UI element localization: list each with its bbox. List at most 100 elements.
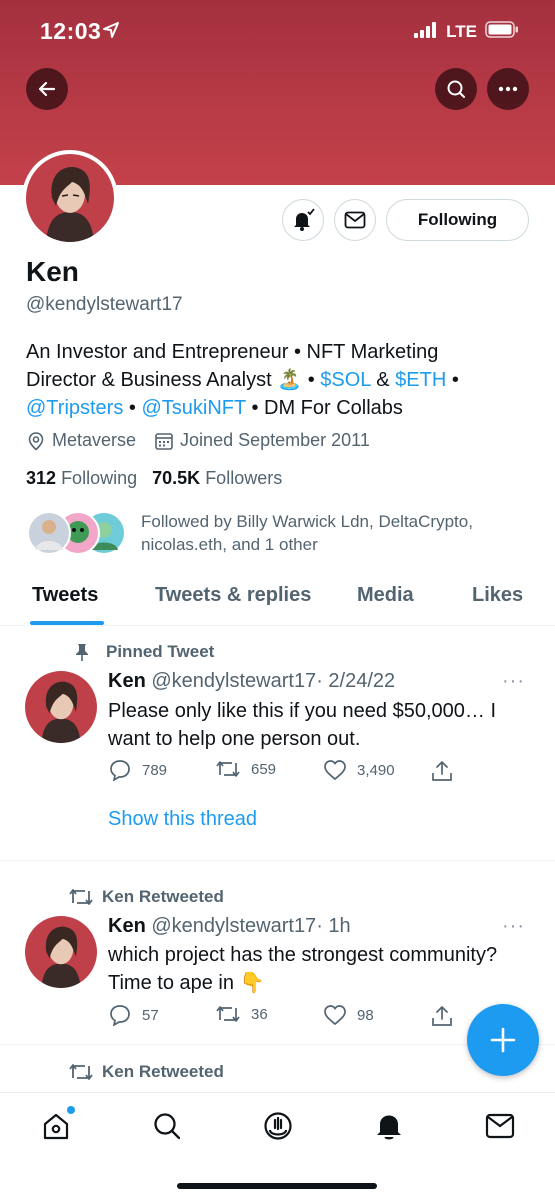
more-options-button[interactable] (487, 68, 529, 110)
following-button[interactable]: Following (386, 199, 529, 241)
back-arrow-icon (38, 81, 56, 97)
compose-tweet-button[interactable] (467, 1004, 539, 1076)
like-count: 3,490 (357, 761, 395, 779)
location-pin-icon (28, 431, 44, 451)
signal-icon (414, 21, 438, 43)
tweet-author[interactable]: Ken (108, 915, 146, 937)
status-time: 12:03 (40, 18, 102, 44)
status-bar: 12:03 LTE (0, 0, 555, 62)
tweet-time: · 2/24/22 (316, 670, 396, 692)
bio-separator: • (307, 369, 315, 391)
retweet-icon (69, 889, 93, 905)
retweeted-label-text: Ken Retweeted (102, 887, 224, 906)
tripsters-mention-link[interactable]: @Tripsters (26, 397, 123, 419)
tab-tweets-replies[interactable]: Tweets & replies (155, 584, 311, 607)
bio-line-3: @Tripsters • @TsukiNFT • DM For Collabs (26, 394, 536, 422)
calendar-icon (155, 432, 173, 450)
more-horizontal-icon (498, 86, 518, 92)
search-button[interactable] (435, 68, 477, 110)
tweet-divider (0, 860, 555, 861)
nav-spaces[interactable] (261, 1109, 295, 1143)
like-button[interactable]: 3,490 (323, 759, 395, 781)
island-emoji: 🏝️ (277, 369, 303, 391)
following-count: 312 (26, 468, 57, 488)
pinned-label-text: Pinned Tweet (106, 642, 215, 661)
tweet-avatar[interactable] (25, 671, 97, 743)
battery-icon (485, 21, 519, 43)
reply-icon (110, 760, 130, 781)
reply-button[interactable]: 789 (108, 759, 167, 781)
tweet-actions: 789 659 3,490 (108, 759, 468, 783)
retweeted-label: Ken Retweeted (69, 887, 224, 907)
nav-home[interactable] (39, 1106, 75, 1143)
nav-notifications[interactable] (372, 1109, 406, 1143)
profile-tabs: Tweets Tweets & replies Media Likes (0, 575, 555, 626)
reply-button[interactable]: 57 (108, 1004, 159, 1026)
plus-icon (490, 1027, 516, 1053)
bio-line-2: Director & Business Analyst 🏝️ • $SOL & … (26, 366, 536, 394)
nav-explore[interactable] (150, 1109, 184, 1143)
share-icon (432, 1006, 452, 1026)
retweet-icon (69, 1064, 93, 1080)
show-thread-link[interactable]: Show this thread (108, 808, 257, 831)
retweet-button[interactable]: 36 (215, 1004, 268, 1024)
tsukinft-mention-link[interactable]: @TsukiNFT (141, 397, 245, 419)
followers-count-link[interactable]: 70.5K Followers (152, 468, 282, 488)
home-indicator (177, 1183, 377, 1189)
spaces-microphone-icon (264, 1112, 292, 1140)
tweet-text: Please only like this if you need $50,00… (108, 700, 497, 750)
back-button[interactable] (26, 68, 68, 110)
pinned-label: Pinned Tweet (74, 642, 214, 662)
followed-by-text: Followed by Billy Warwick Ldn, DeltaCryp… (141, 512, 473, 554)
profile-name: Ken (26, 256, 79, 287)
network-label: LTE (446, 22, 477, 41)
home-notification-dot (67, 1106, 75, 1114)
search-icon (447, 80, 465, 98)
pin-icon (76, 644, 88, 661)
tweet-more-button[interactable]: ··· (502, 915, 525, 938)
profile-meta: Metaverse Joined September 2011 (26, 430, 370, 451)
sol-cashtag-link[interactable]: $SOL (320, 369, 370, 391)
reply-count: 789 (142, 761, 168, 779)
tweet-time: · 1h (316, 915, 351, 937)
mail-icon (485, 1113, 515, 1139)
notification-bell-button[interactable] (282, 199, 324, 241)
reply-icon (110, 1005, 130, 1026)
following-label: Following (61, 468, 138, 488)
follow-counts: 312 Following 70.5K Followers (26, 468, 282, 489)
eth-cashtag-link[interactable]: $ETH (395, 369, 446, 391)
nav-messages[interactable] (483, 1109, 517, 1143)
tab-media[interactable]: Media (357, 584, 414, 607)
mail-icon (344, 211, 366, 229)
tweet-avatar[interactable] (25, 916, 97, 988)
search-icon (154, 1113, 181, 1140)
bio-line-1: An Investor and Entrepreneur • NFT Marke… (26, 341, 439, 363)
avatar-image (26, 154, 114, 242)
following-count-link[interactable]: 312 Following (26, 468, 137, 488)
retweet-count: 659 (251, 760, 277, 778)
profile-bio: An Investor and Entrepreneur • NFT Marke… (26, 338, 536, 422)
share-button[interactable] (430, 759, 454, 783)
tweet-more-button[interactable]: ··· (502, 670, 525, 693)
retweet-icon (216, 761, 240, 777)
retweeted-label: Ken Retweeted (69, 1062, 224, 1082)
share-button[interactable] (430, 1004, 454, 1028)
bio-text: • DM For Collabs (251, 397, 403, 419)
tab-tweets[interactable]: Tweets (32, 584, 98, 607)
home-icon (43, 1113, 69, 1140)
profile-avatar[interactable] (22, 150, 118, 246)
retweet-button[interactable]: 659 (215, 759, 276, 779)
share-icon (432, 761, 452, 781)
like-button[interactable]: 98 (323, 1004, 374, 1026)
tweet-handle: @kendylstewart17 (151, 915, 317, 937)
heart-icon (324, 760, 346, 781)
tab-likes[interactable]: Likes (472, 584, 523, 607)
active-tab-indicator (30, 621, 104, 625)
heart-icon (324, 1005, 346, 1026)
location-arrow-icon (102, 21, 120, 44)
message-button[interactable] (334, 199, 376, 241)
profile-handle: @kendylstewart17 (26, 294, 183, 315)
tweet-author[interactable]: Ken (108, 670, 146, 692)
bell-icon (377, 1115, 401, 1140)
followers-count: 70.5K (152, 468, 201, 488)
